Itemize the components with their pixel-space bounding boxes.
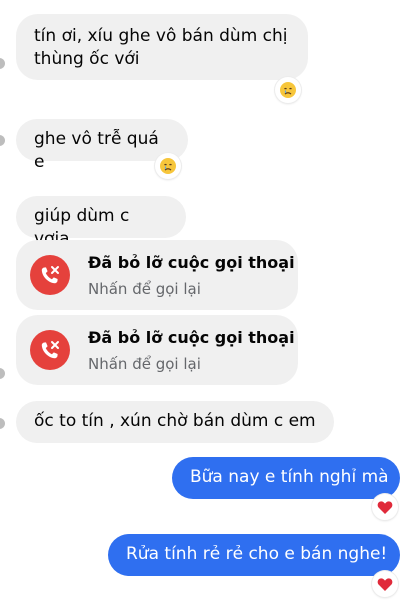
outgoing-message[interactable]: Rửa tính rẻ rẻ cho e bán nghe!	[108, 534, 400, 576]
avatar	[0, 135, 5, 146]
missed-call-card[interactable]: Đã bỏ lỡ cuộc gọi thoại Nhấn để gọi lại	[16, 315, 298, 385]
heart-reaction-icon[interactable]	[372, 494, 398, 520]
missed-call-subtitle: Nhấn để gọi lại	[88, 280, 201, 298]
missed-call-icon	[30, 330, 70, 370]
avatar	[0, 368, 5, 379]
message-text: Bữa nay e tính nghỉ mà	[190, 467, 389, 487]
incoming-message[interactable]: giúp dùm c vơia	[16, 196, 186, 249]
missed-call-card[interactable]: Đã bỏ lỡ cuộc gọi thoại Nhấn để gọi lại	[16, 240, 298, 310]
missed-call-title: Đã bỏ lỡ cuộc gọi thoại	[88, 328, 295, 347]
avatar	[0, 418, 5, 429]
missed-call-title: Đã bỏ lỡ cuộc gọi thoại	[88, 253, 295, 272]
incoming-message[interactable]: ốc to tín , xún chờ bán dùm c em	[16, 401, 334, 443]
crying-face-reaction-icon[interactable]	[275, 77, 301, 103]
heart-reaction-icon[interactable]	[372, 571, 398, 597]
message-text: Rửa tính rẻ rẻ cho e bán nghe!	[126, 544, 388, 564]
message-text: ốc to tín , xún chờ bán dùm c em	[34, 411, 316, 431]
avatar	[0, 58, 5, 69]
crying-face-reaction-icon[interactable]	[155, 153, 181, 179]
message-text-line: tín ơi, xíu ghe vô bán dùm chị	[34, 26, 288, 46]
missed-call-subtitle: Nhấn để gọi lại	[88, 355, 201, 373]
missed-call-icon	[30, 255, 70, 295]
outgoing-message[interactable]: Bữa nay e tính nghỉ mà	[172, 457, 400, 499]
message-text-line: thùng ốc với	[34, 49, 140, 69]
message-text: ghe vô trễ quá e	[34, 129, 159, 172]
incoming-message[interactable]: tín ơi, xíu ghe vô bán dùm chị thùng ốc …	[16, 14, 308, 80]
